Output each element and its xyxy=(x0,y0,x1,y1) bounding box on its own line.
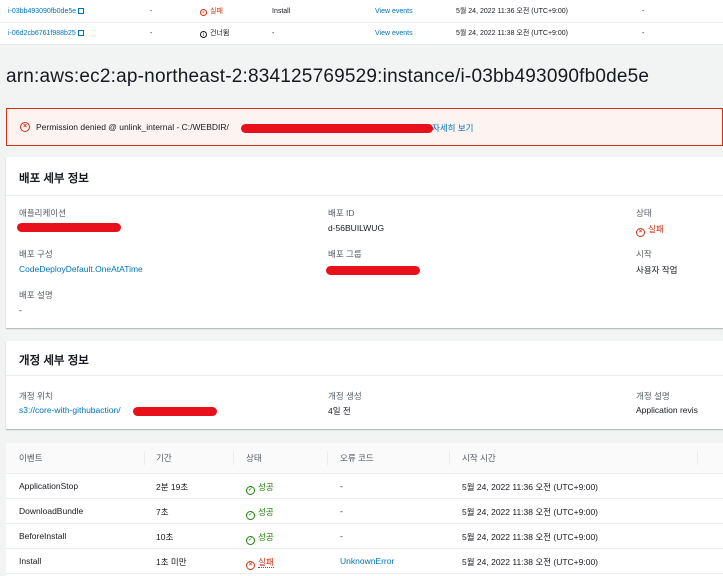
last-event: - xyxy=(272,29,275,37)
external-link-icon xyxy=(78,7,85,14)
header-status[interactable]: 상태 xyxy=(246,452,262,464)
event-duration: 10초 xyxy=(156,532,174,542)
deployment-details-panel: 배포 세부 정보 애플리케이션 배포 ID d-56BUILWUG 상태 × 실패… xyxy=(6,157,723,328)
redaction-mark xyxy=(133,407,217,416)
alert-message: Permission denied @ unlink_internal - C:… xyxy=(36,122,229,132)
description-value: - xyxy=(19,305,22,315)
start-value: 사용자 작업 xyxy=(636,265,678,275)
event-status[interactable]: × 실패 xyxy=(246,556,274,570)
table-row: BeforeInstall 10초 ✓ 성공 - 5월 24, 2022 11:3… xyxy=(6,523,723,549)
redaction-mark xyxy=(241,124,433,133)
panel-header: 배포 세부 정보 xyxy=(6,157,723,196)
config-link[interactable]: CodeDeployDefault.OneAtATime xyxy=(19,264,143,274)
view-events-link[interactable]: View events xyxy=(375,30,413,37)
event-duration: 7초 xyxy=(156,507,169,517)
event-status: ✓ 성공 xyxy=(246,532,274,545)
error-code-link[interactable]: UnknownError xyxy=(340,556,394,566)
header-start-time[interactable]: 시작 시간 xyxy=(462,452,496,464)
table-row: ApplicationStop 2분 19초 ✓ 성공 - 5월 24, 2022… xyxy=(6,473,723,499)
event-name: ApplicationStop xyxy=(19,481,79,491)
event-status: ✓ 성공 xyxy=(246,482,274,495)
event-error: - xyxy=(340,481,343,491)
event-time: 5월 24, 2022 11:38 오전 (UTC+9:00) xyxy=(456,30,568,37)
events-table: 이벤트 기간 상태 오류 코드 시작 시간 ApplicationStop 2분… xyxy=(6,443,723,576)
group-label: 배포 그룹 xyxy=(328,249,362,259)
revision-location-link[interactable]: s3://core-with-githubaction/ xyxy=(19,405,121,415)
cell-dash: - xyxy=(642,29,645,37)
panel-title: 배포 세부 정보 xyxy=(19,173,89,185)
view-events-link[interactable]: View events xyxy=(375,8,413,15)
revision-created-value: 4일 전 xyxy=(328,406,351,416)
panel-title: 개정 세부 정보 xyxy=(19,355,89,367)
error-icon: × xyxy=(200,9,207,16)
external-link-icon xyxy=(77,29,84,36)
instances-table: i-03bb493090fb0de5e - × 실패 Install View e… xyxy=(0,0,723,45)
cell-dash: - xyxy=(150,29,153,37)
error-icon: × xyxy=(246,561,255,570)
table-row: Install 1초 미만 × 실패 UnknownError 5월 24, 20… xyxy=(6,548,723,574)
redaction-mark xyxy=(326,266,420,275)
table-header: 이벤트 기간 상태 오류 코드 시작 시간 xyxy=(6,443,723,474)
event-time: 5월 24, 2022 11:36 오전 (UTC+9:00) xyxy=(456,8,568,15)
status-value: × 실패 xyxy=(636,223,664,237)
info-icon: i xyxy=(200,31,207,38)
page-title: arn:aws:ec2:ap-northeast-2:834125769529:… xyxy=(6,66,650,87)
status-skipped: i 건너뜀 xyxy=(200,28,229,38)
event-start: 5월 24, 2022 11:38 오전 (UTC+9:00) xyxy=(462,507,598,517)
table-row: DownloadBundle 7초 ✓ 성공 - 5월 24, 2022 11:3… xyxy=(6,498,723,524)
event-name: DownloadBundle xyxy=(19,506,84,516)
cell-dash: - xyxy=(642,7,645,15)
header-error-code[interactable]: 오류 코드 xyxy=(340,452,374,464)
error-alert: × Permission denied @ unlink_internal - … xyxy=(6,108,723,146)
event-start: 5월 24, 2022 11:38 오전 (UTC+9:00) xyxy=(462,557,598,567)
event-name: BeforeInstall xyxy=(19,531,67,541)
revision-desc-label: 개정 설명 xyxy=(636,391,670,401)
instance-id-link[interactable]: i-06d2cb6761f988b25 xyxy=(8,29,84,37)
instance-id-link[interactable]: i-03bb493090fb0de5e xyxy=(8,7,85,15)
event-duration: 1초 미만 xyxy=(156,557,187,567)
revision-created-label: 개정 생성 xyxy=(328,391,362,401)
success-icon: ✓ xyxy=(246,486,255,495)
status-failed: × 실패 xyxy=(200,6,223,16)
deployment-id-label: 배포 ID xyxy=(328,208,355,218)
success-icon: ✓ xyxy=(246,536,255,545)
start-label: 시작 xyxy=(636,249,652,259)
revision-details-panel: 개정 세부 정보 개정 위치 s3://core-with-githubacti… xyxy=(6,341,723,429)
redaction-mark xyxy=(17,223,121,232)
application-label: 애플리케이션 xyxy=(19,208,66,218)
description-label: 배포 설명 xyxy=(19,290,53,300)
revision-location-label: 개정 위치 xyxy=(19,391,53,401)
success-icon: ✓ xyxy=(246,511,255,520)
cell-dash: - xyxy=(150,7,153,15)
table-row: i-06d2cb6761f988b25 - i 건너뜀 - View events… xyxy=(0,22,723,45)
table-row: i-03bb493090fb0de5e - × 실패 Install View e… xyxy=(0,0,723,23)
error-icon: × xyxy=(636,228,645,237)
header-duration[interactable]: 기간 xyxy=(156,452,172,464)
last-event: Install xyxy=(272,7,291,15)
event-status: ✓ 성공 xyxy=(246,507,274,520)
deployment-id-value: d-56BUILWUG xyxy=(328,223,385,233)
event-duration: 2분 19초 xyxy=(156,482,189,492)
event-error: - xyxy=(340,506,343,516)
error-icon: × xyxy=(20,122,30,132)
event-start: 5월 24, 2022 11:36 오전 (UTC+9:00) xyxy=(462,482,598,492)
panel-header: 개정 세부 정보 xyxy=(6,341,723,376)
event-error: - xyxy=(340,531,343,541)
header-event[interactable]: 이벤트 xyxy=(19,452,42,464)
config-label: 배포 구성 xyxy=(19,249,53,259)
revision-desc-value: Application revis xyxy=(636,405,698,415)
event-start: 5월 24, 2022 11:38 오전 (UTC+9:00) xyxy=(462,532,598,542)
details-link[interactable]: 자세히 보기 xyxy=(432,122,473,134)
status-label: 상태 xyxy=(636,208,652,218)
event-name: Install xyxy=(19,556,42,566)
